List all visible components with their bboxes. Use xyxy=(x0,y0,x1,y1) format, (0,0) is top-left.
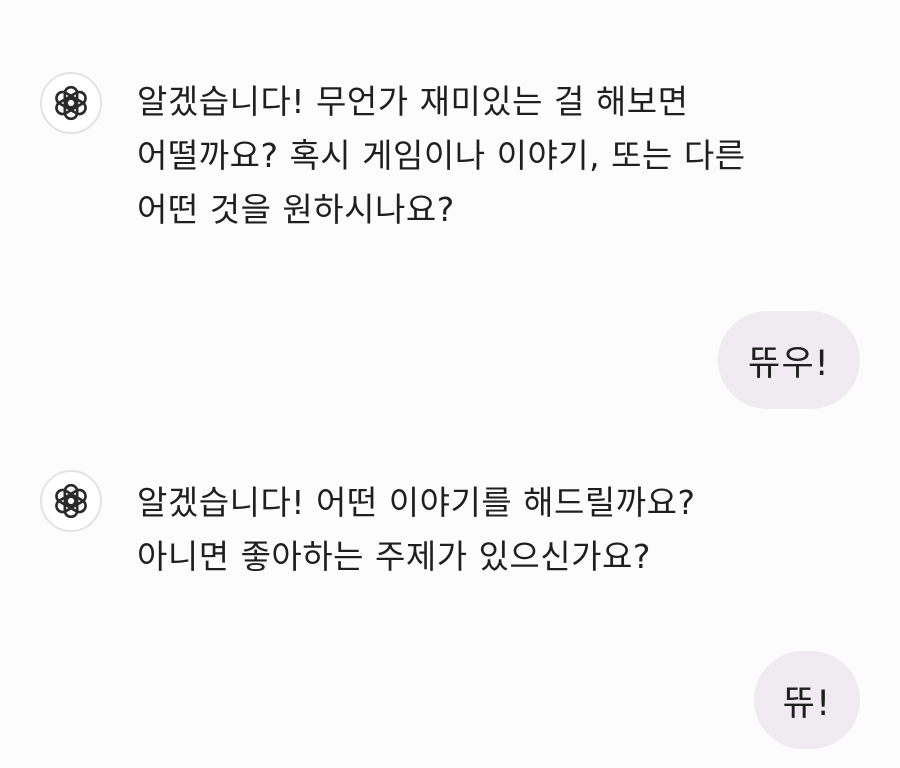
user-message-bubble: 뜌! xyxy=(754,651,860,749)
assistant-avatar xyxy=(40,470,102,532)
assistant-avatar xyxy=(40,72,102,134)
openai-logo-icon xyxy=(55,483,87,519)
openai-logo-icon xyxy=(55,85,87,121)
message-line: 알겠습니다! 어떤 이야기를 해드릴까요? xyxy=(137,483,696,522)
message-line: 알겠습니다! 무언가 재미있는 걸 해보면 xyxy=(137,82,689,121)
user-message-bubble: 뜌우! xyxy=(718,311,860,409)
assistant-message: 알겠습니다! 무언가 재미있는 걸 해보면 어떨까요? 혹시 게임이나 이야기,… xyxy=(137,75,857,237)
assistant-message: 알겠습니다! 어떤 이야기를 해드릴까요? 아니면 좋아하는 주제가 있으신가요… xyxy=(137,476,857,584)
message-line: 아니면 좋아하는 주제가 있으신가요? xyxy=(137,537,651,576)
message-line: 어떨까요? 혹시 게임이나 이야기, 또는 다른 xyxy=(137,136,746,175)
message-line: 어떤 것을 원하시나요? xyxy=(137,190,455,229)
